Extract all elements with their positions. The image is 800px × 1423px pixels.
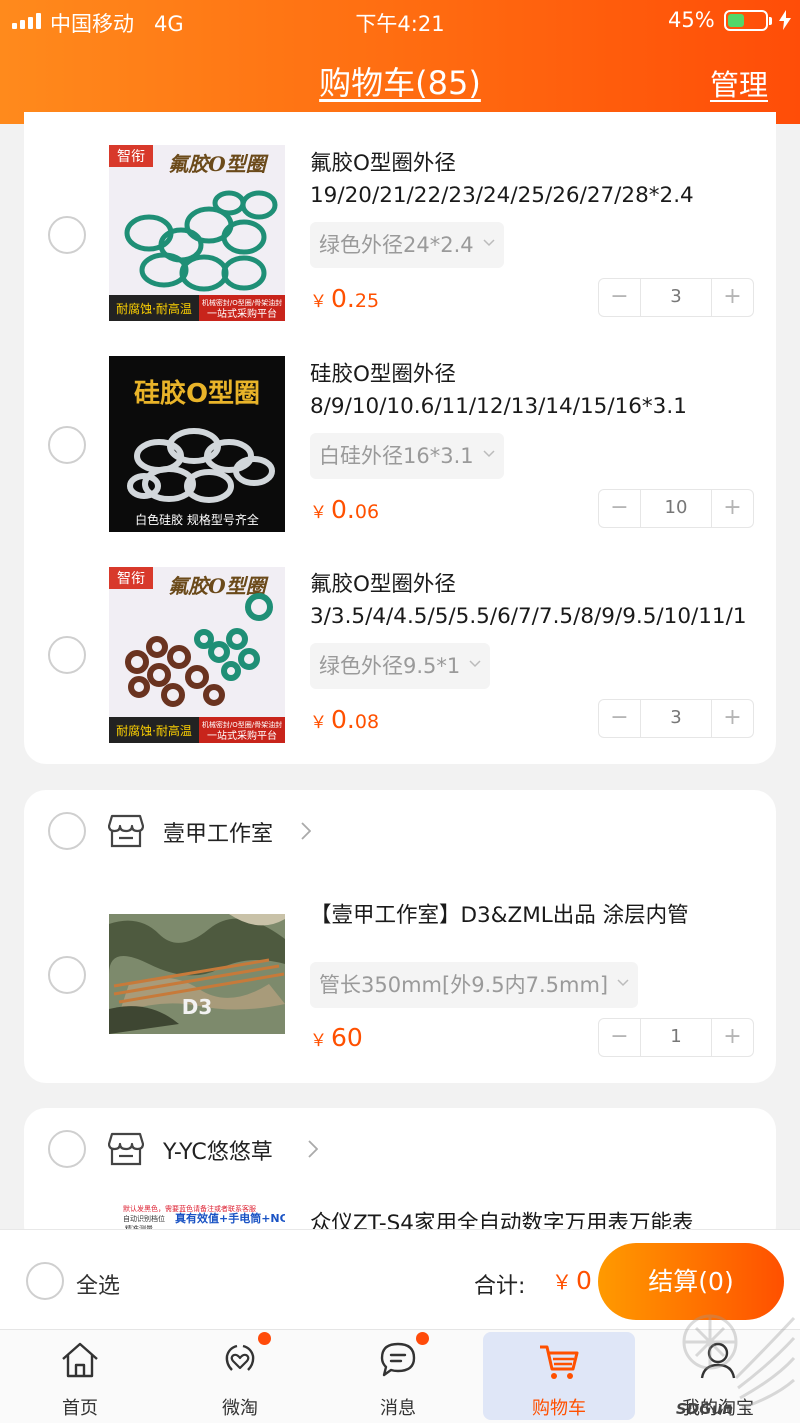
chevron-down-icon [483, 239, 495, 247]
quantity-stepper: − 3 + [598, 278, 754, 317]
svg-text:耐腐蚀·耐高温: 耐腐蚀·耐高温 [116, 301, 192, 316]
notification-dot [258, 1332, 271, 1345]
battery-percent: 45% [668, 8, 715, 32]
shop-header[interactable]: Y-YC悠悠草 [24, 1126, 776, 1172]
product-price: ￥ 60 [310, 1023, 363, 1052]
quantity-input[interactable]: 1 [640, 1019, 712, 1056]
product-image[interactable]: D3 [109, 914, 285, 1034]
svg-text:智衔: 智衔 [117, 571, 145, 587]
increase-button[interactable]: + [712, 490, 753, 527]
chevron-down-icon [469, 660, 481, 668]
increase-button[interactable]: + [712, 700, 753, 737]
product-title[interactable]: 硅胶O型圈外径 8/9/10/10.6/11/12/13/14/15/16*3.1 [310, 359, 760, 423]
manage-button[interactable]: 管理 [710, 62, 768, 104]
cart-icon [540, 1345, 579, 1379]
sku-selector[interactable]: 绿色外径24*2.4 [310, 222, 504, 268]
page-title: 购物车(85) [319, 64, 481, 102]
quantity-stepper: − 10 + [598, 489, 754, 528]
notification-dot [416, 1332, 429, 1345]
shop-card: 壹甲工作室 D3 【壹甲工作室】D3&ZML出品 涂层内管 管长350mm[外9… [24, 790, 776, 1083]
svg-text:机械密封/O型圈/骨架油封: 机械密封/O型圈/骨架油封 [202, 720, 282, 729]
chevron-right-icon [301, 822, 311, 840]
item-checkbox[interactable] [48, 426, 86, 464]
chevron-down-icon [483, 450, 495, 458]
svg-text:自动识别档位: 自动识别档位 [123, 1214, 165, 1223]
sku-selector[interactable]: 管长350mm[外9.5内7.5mm] [310, 962, 639, 1008]
product-price: ￥ 0.06 [310, 495, 380, 524]
chevron-right-icon [308, 1140, 318, 1158]
sku-selector[interactable]: 白硅外径16*3.1 [310, 433, 504, 479]
increase-button[interactable]: + [712, 279, 753, 316]
tab-weitao[interactable]: 微淘 [164, 1330, 316, 1423]
quantity-input[interactable]: 3 [640, 279, 712, 316]
shop-card: Y-YC悠悠草 默认发黑色，需要蓝色请备注或者联系客服 自动识别档位 真有效值+… [24, 1108, 776, 1248]
svg-text:硅胶O型圈: 硅胶O型圈 [134, 378, 260, 409]
select-all-label[interactable]: 全选 [76, 1268, 120, 1300]
item-checkbox[interactable] [48, 636, 86, 674]
svg-text:D3: D3 [182, 995, 213, 1019]
shop-name[interactable]: 壹甲工作室 [163, 816, 273, 848]
product-price: ￥ 0.08 [310, 705, 380, 734]
product-title[interactable]: 【壹甲工作室】D3&ZML出品 涂层内管 [310, 900, 760, 932]
charging-icon [779, 10, 791, 30]
shop-name[interactable]: Y-YC悠悠草 [163, 1134, 273, 1166]
tab-label: 购物车 [532, 1398, 586, 1419]
decrease-button[interactable]: − [599, 490, 640, 527]
shop-checkbox[interactable] [48, 812, 86, 850]
tab-label: 消息 [380, 1398, 416, 1419]
total-amount: ￥ 0 [552, 1266, 592, 1295]
quantity-stepper: − 1 + [598, 1018, 754, 1057]
svg-text:耐腐蚀·耐高温: 耐腐蚀·耐高温 [116, 723, 192, 738]
quantity-input[interactable]: 3 [640, 700, 712, 737]
item-checkbox[interactable] [48, 216, 86, 254]
product-image[interactable]: 智衔 氟胶O型圈 耐腐蚀·耐高温 机械密封/O型圈/骨架油封 一站式采购平台 [109, 567, 285, 743]
item-checkbox[interactable] [48, 956, 86, 994]
product-image[interactable]: 硅胶O型圈 白色硅胶 规格型号齐全 [109, 356, 285, 532]
watermark-text: SDGun [676, 1400, 733, 1418]
message-icon [380, 1342, 416, 1377]
weitao-icon [225, 1344, 255, 1371]
total-label: 合计: [474, 1274, 526, 1299]
header: 中国移动 4G 下午4:21 45% 购物车(85) 管理 [0, 0, 800, 124]
shop-card: 智衔 氟胶O型圈 耐腐蚀·耐高温 机械密封/O型圈/骨架油封 一站式采购平台 氟… [24, 112, 776, 764]
tab-label: 首页 [62, 1398, 98, 1419]
tab-home[interactable]: 首页 [4, 1330, 156, 1423]
battery-icon [724, 10, 772, 31]
sku-selector[interactable]: 绿色外径9.5*1 [310, 643, 491, 689]
increase-button[interactable]: + [712, 1019, 753, 1056]
product-price: ￥ 0.25 [310, 284, 380, 313]
svg-text:机械密封/O型圈/骨架油封: 机械密封/O型圈/骨架油封 [202, 298, 282, 307]
decrease-button[interactable]: − [599, 279, 640, 316]
shop-header[interactable]: 壹甲工作室 [24, 808, 776, 854]
home-icon [62, 1342, 98, 1378]
store-icon [108, 1132, 144, 1166]
decrease-button[interactable]: − [599, 700, 640, 737]
shop-checkbox[interactable] [48, 1130, 86, 1168]
tab-label: 微淘 [222, 1398, 258, 1419]
tab-messages[interactable]: 消息 [322, 1330, 474, 1423]
store-icon [108, 814, 144, 848]
status-bar: 中国移动 4G 下午4:21 45% [0, 0, 800, 40]
svg-text:氟胶O型圈: 氟胶O型圈 [168, 152, 268, 176]
decrease-button[interactable]: − [599, 1019, 640, 1056]
svg-text:一站式采购平台: 一站式采购平台 [207, 729, 277, 742]
svg-text:一站式采购平台: 一站式采购平台 [207, 307, 277, 320]
product-image[interactable]: 智衔 氟胶O型圈 耐腐蚀·耐高温 机械密封/O型圈/骨架油封 一站式采购平台 [109, 145, 285, 321]
svg-text:智衔: 智衔 [117, 149, 145, 165]
tab-cart[interactable]: 购物车 [483, 1332, 635, 1420]
select-all-checkbox[interactable] [26, 1262, 64, 1300]
svg-text:白色硅胶 规格型号齐全: 白色硅胶 规格型号齐全 [135, 512, 259, 527]
product-title[interactable]: 氟胶O型圈外径 19/20/21/22/23/24/25/26/27/28*2.4 [310, 148, 760, 212]
quantity-input[interactable]: 10 [640, 490, 712, 527]
chevron-down-icon [617, 979, 629, 987]
product-title[interactable]: 氟胶O型圈外径 3/3.5/4/4.5/5/5.5/6/7/7.5/8/9/9.5… [310, 569, 760, 633]
quantity-stepper: − 3 + [598, 699, 754, 738]
svg-text:真有效值+手电筒+NCV: 真有效值+手电筒+NCV [175, 1211, 285, 1225]
